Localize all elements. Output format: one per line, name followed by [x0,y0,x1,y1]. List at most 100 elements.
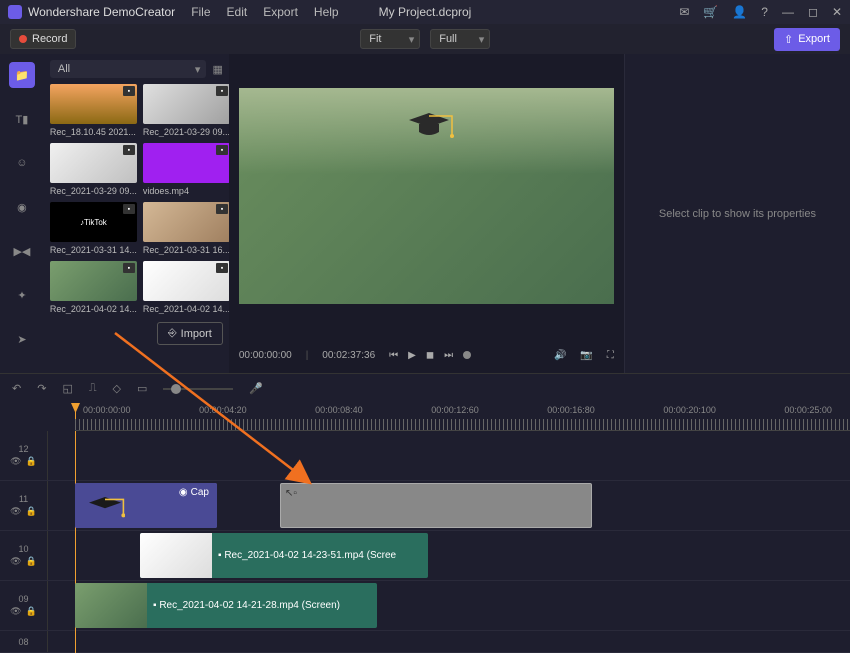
project-filename: My Project.dcproj [379,5,472,19]
grid-view-icon[interactable]: ▦ [212,63,222,76]
track-10: 10👁🔒 ▪ Rec_2021-04-02 14-23-51.mp4 (Scre… [0,531,850,581]
preview-canvas[interactable] [239,88,614,304]
lock-icon[interactable]: 🔒 [26,456,37,467]
track-body[interactable]: ▪ Rec_2021-04-02 14-21-28.mp4 (Screen) [48,581,850,630]
import-icon: ⎆ [168,327,177,340]
video-badge-icon: ▪ [123,145,135,155]
cursor-icon: ↖▫ [285,488,297,499]
title-bar: Wondershare DemoCreator File Edit Export… [0,0,850,24]
app-title: Wondershare DemoCreator [28,5,175,19]
media-item[interactable]: ♪TikTok▪ Rec_2021-03-31 14... [50,202,137,255]
media-item[interactable]: ▪ vidoes.mp4 [143,143,230,196]
play-icon[interactable]: ▶ [408,350,416,361]
clip-video-2[interactable]: ▪ Rec_2021-04-02 14-23-51.mp4 (Scree [140,533,428,578]
timeline-toolbar: ↶ ↷ ◱ ⎍ ◇ ▭ 🎤 [0,373,850,403]
full-dropdown[interactable]: Full [430,29,490,49]
split-icon[interactable]: ⎍ [89,382,97,395]
clip-drop-target[interactable]: ↖▫ [280,483,592,528]
snapshot-icon[interactable]: 📷 [580,350,592,361]
video-badge-icon: ▪ [216,145,228,155]
video-badge-icon: ▪ [123,204,135,214]
media-item[interactable]: ▪ Rec_18.10.45 2021... [50,84,137,137]
caption-icon[interactable]: ▭ [137,382,147,395]
mic-icon[interactable]: 🎤 [249,382,263,395]
visibility-icon[interactable]: 👁 [10,606,21,617]
track-body[interactable]: ◉Cap ↖▫ [48,481,850,530]
track-09: 09👁🔒 ▪ Rec_2021-04-02 14-21-28.mp4 (Scre… [0,581,850,631]
stop-icon[interactable]: ◼ [426,350,434,361]
fullscreen-icon[interactable]: ⛶ [607,350,614,361]
next-frame-icon[interactable]: ⏭ [444,350,453,361]
visibility-icon[interactable]: 👁 [10,456,21,467]
fit-dropdown[interactable]: Fit [360,29,420,49]
mail-icon[interactable]: ✉ [679,5,689,19]
timeline: 00:00:00:00 00:00:04:20 00:00:08:40 00:0… [0,403,850,653]
video-badge-icon: ▪ [216,204,228,214]
transitions-tab[interactable]: ▶◀ [9,238,35,264]
track-12: 12👁🔒 [0,431,850,481]
record-label: Record [32,33,67,45]
graduation-cap-icon [404,108,454,146]
text-tab[interactable]: T▮ [9,106,35,132]
track-body[interactable]: ▪ Rec_2021-04-02 14-23-51.mp4 (Scree [48,531,850,580]
properties-panel: Select clip to show its properties [624,54,850,373]
visibility-icon[interactable]: 👁 [10,506,21,517]
cursor-tab[interactable]: ➤ [9,326,35,352]
media-item[interactable]: ▪ Rec_2021-04-02 14... [143,261,230,314]
time-current: 00:00:00:00 [239,350,292,361]
crop-icon[interactable]: ◱ [62,382,72,395]
record-button[interactable]: Record [10,29,76,49]
preview-controls: 00:00:00:00 | 00:02:37:36 ⏮ ▶ ◼ ⏭ 🔊 📷 ⛶ [229,337,624,373]
export-button[interactable]: ⇧ Export [774,28,840,51]
clip-cap[interactable]: ◉Cap [75,483,217,528]
redo-icon[interactable]: ↷ [37,382,46,395]
media-item[interactable]: ▪ Rec_2021-03-31 16... [143,202,230,255]
video-icon: ▪ [153,600,157,611]
zoom-slider[interactable] [163,388,233,390]
menu-export[interactable]: Export [263,5,298,19]
video-icon: ▪ [218,550,222,561]
track-11: 11👁🔒 ◉Cap ↖▫ [0,481,850,531]
media-item[interactable]: ▪ Rec_2021-04-02 14... [50,261,137,314]
media-filter-dropdown[interactable]: All [50,60,207,78]
undo-icon[interactable]: ↶ [12,382,21,395]
help-icon[interactable]: ? [761,5,768,19]
menu-help[interactable]: Help [314,5,339,19]
upload-icon: ⇧ [784,33,793,46]
user-icon[interactable]: 👤 [732,5,747,19]
effects-tab[interactable]: ✦ [9,282,35,308]
video-badge-icon: ▪ [216,263,228,273]
track-body[interactable] [48,631,850,652]
media-item[interactable]: ▪ Rec_2021-03-29 09... [143,84,230,137]
visibility-icon[interactable]: 👁 [10,556,21,567]
menu-edit[interactable]: Edit [227,5,248,19]
import-button[interactable]: ⎆ Import [157,322,223,345]
menu-file[interactable]: File [191,5,210,19]
clip-video-1[interactable]: ▪ Rec_2021-04-02 14-21-28.mp4 (Screen) [75,583,377,628]
time-ruler[interactable]: 00:00:00:00 00:00:04:20 00:00:08:40 00:0… [0,403,850,431]
properties-empty-text: Select clip to show its properties [659,208,816,220]
stickers-tab[interactable]: ☺ [9,150,35,176]
minimize-icon[interactable]: — [782,5,794,19]
prev-frame-icon[interactable]: ⏮ [389,350,398,361]
volume-icon[interactable]: 🔊 [554,350,566,361]
cart-icon[interactable]: 🛒 [703,5,718,19]
lock-icon[interactable]: 🔒 [26,556,37,567]
progress-marker[interactable] [463,351,471,359]
globe-tab[interactable]: ◉ [9,194,35,220]
video-badge-icon: ▪ [216,86,228,96]
main-menu: File Edit Export Help [191,5,338,19]
maximize-icon[interactable]: ◻ [808,5,818,19]
media-tab[interactable]: 📁 [9,62,35,88]
track-body[interactable] [48,431,850,480]
marker-icon[interactable]: ◇ [113,382,121,395]
close-icon[interactable]: ✕ [832,5,842,19]
record-dot-icon [19,35,27,43]
clip-type-icon: ◉ [179,487,188,498]
media-panel: All ▦ ▪ Rec_18.10.45 2021... ▪ Rec_2021-… [44,54,229,373]
lock-icon[interactable]: 🔒 [26,606,37,617]
lock-icon[interactable]: 🔒 [26,506,37,517]
media-item[interactable]: ▪ Rec_2021-03-29 09... [50,143,137,196]
video-badge-icon: ▪ [123,86,135,96]
side-tabs: 📁 T▮ ☺ ◉ ▶◀ ✦ ➤ [0,54,44,373]
